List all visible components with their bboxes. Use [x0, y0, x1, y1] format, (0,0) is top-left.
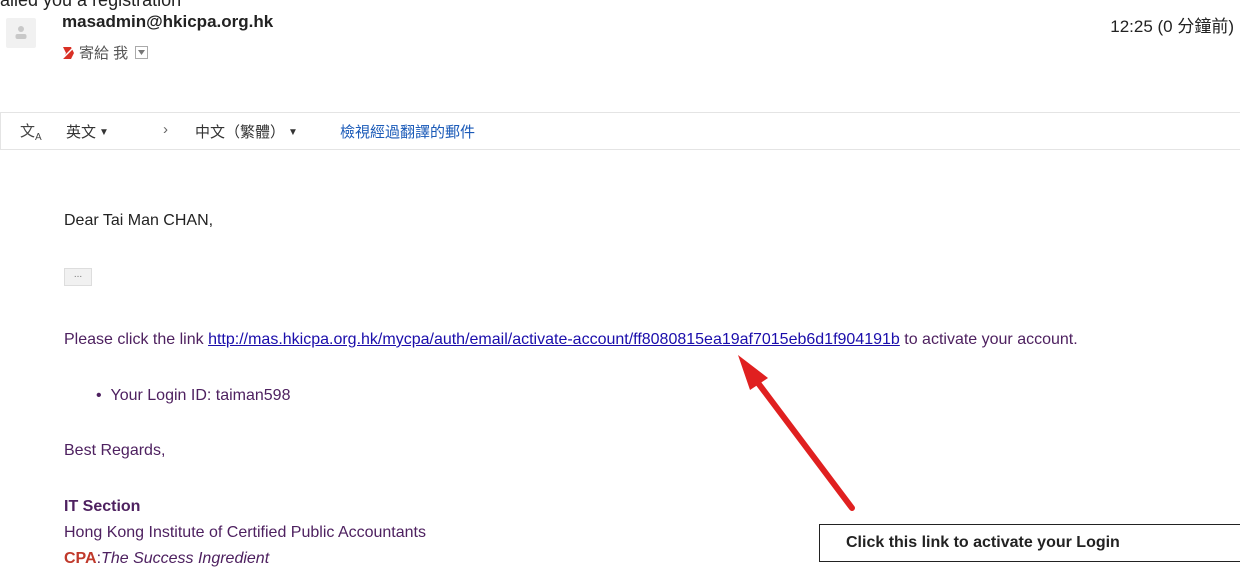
- top-cut-text: ailed you a registration: [0, 0, 182, 10]
- importance-marker-icon[interactable]: [62, 45, 75, 60]
- dropdown-arrow-icon: ▼: [99, 127, 109, 138]
- translate-icon: 文A: [20, 123, 42, 143]
- signature-institute: Hong Kong Institute of Certified Public …: [64, 524, 426, 541]
- para-text-before: Please click the link: [64, 331, 209, 348]
- dropdown-arrow-icon: ▼: [288, 127, 298, 138]
- sender-avatar: [6, 18, 36, 48]
- source-language-label: 英文: [66, 124, 97, 141]
- person-icon: [15, 26, 27, 39]
- arrow-shaft: [749, 372, 855, 511]
- view-translated-link[interactable]: 檢視經過翻譯的郵件: [340, 121, 475, 142]
- activation-paragraph: Please click the link http://mas.hkicpa.…: [64, 331, 1078, 349]
- chevron-right-icon: ›: [163, 121, 168, 138]
- annotation-arrow: [738, 355, 855, 511]
- regards-text: Best Regards,: [64, 442, 166, 459]
- activation-link[interactable]: http://mas.hkicpa.org.hk/mycpa/auth/emai…: [208, 331, 900, 348]
- annotation-callout: Click this link to activate your Login: [819, 524, 1240, 562]
- email-time: 12:25 (0 分鐘前): [1110, 17, 1234, 36]
- signature-section: IT Section: [64, 498, 141, 515]
- recipient-details-dropdown[interactable]: [135, 46, 149, 59]
- signature-tagline: CPA:The Success Ingredient: [64, 550, 270, 567]
- translation-bar: [0, 112, 1240, 150]
- greeting-text: Dear Tai Man CHAN,: [64, 212, 214, 229]
- recipient-label: 寄給 我: [79, 45, 129, 62]
- login-id-text: Your Login ID: taiman598: [110, 387, 291, 404]
- target-language-select[interactable]: 中文（繁體） ▼: [195, 121, 298, 142]
- recipient-row: 寄給 我: [62, 42, 149, 63]
- login-id-item: • Your Login ID: taiman598: [96, 387, 290, 405]
- tagline-rest: The Success Ingredient: [101, 550, 270, 567]
- arrow-head: [738, 355, 768, 390]
- tagline-cpa: CPA: [64, 550, 97, 567]
- para-text-after: to activate your account.: [899, 331, 1078, 348]
- show-trimmed-content-button[interactable]: ...: [64, 268, 92, 286]
- sender-email[interactable]: masadmin@hkicpa.org.hk: [62, 12, 273, 32]
- chevron-down-icon: [138, 50, 146, 55]
- bullet-dot: •: [96, 387, 102, 404]
- target-language-label: 中文（繁體）: [195, 124, 286, 141]
- source-language-select[interactable]: 英文 ▼: [66, 121, 109, 142]
